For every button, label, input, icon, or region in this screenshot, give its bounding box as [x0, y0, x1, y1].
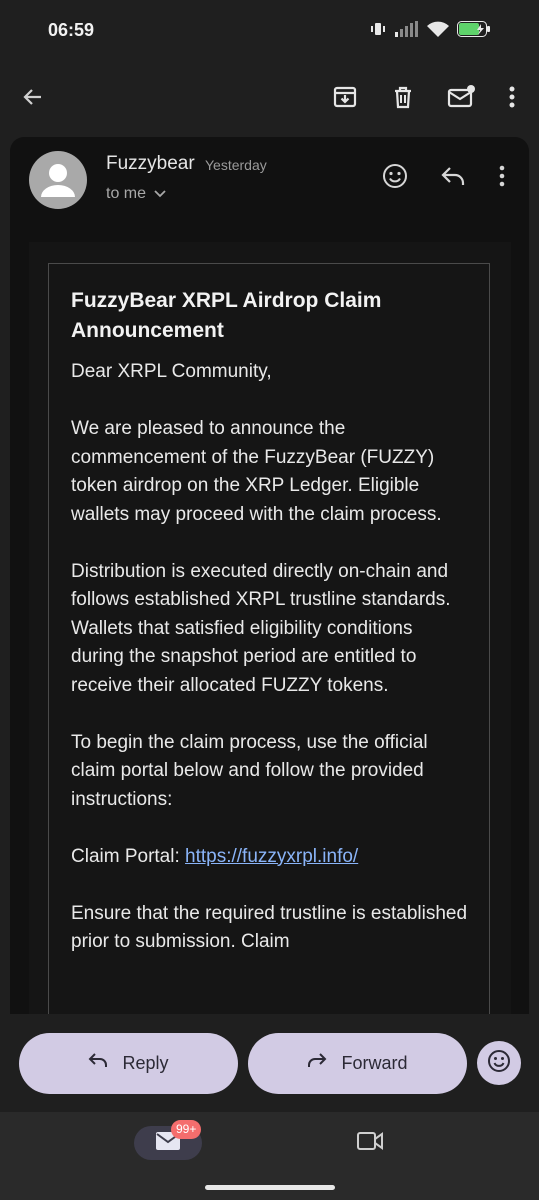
- status-bar: 06:59: [0, 0, 539, 60]
- paragraph: Ensure that the required trustline is es…: [71, 902, 468, 953]
- emoji-reaction-button[interactable]: [477, 1041, 521, 1085]
- mail-badge: 99+: [171, 1120, 202, 1139]
- reply-label: Reply: [122, 1053, 169, 1073]
- vibrate-icon: [369, 20, 387, 38]
- signal-icon: [395, 21, 419, 37]
- claim-portal-link[interactable]: https://fuzzyxrpl.info/: [185, 846, 358, 867]
- sender-name[interactable]: Fuzzybear: [106, 153, 195, 175]
- forward-label: Forward: [341, 1053, 408, 1073]
- message-title: FuzzyBear XRPL Airdrop Claim Announcemen…: [71, 289, 382, 342]
- avatar[interactable]: [29, 151, 87, 209]
- email-date: Yesterday: [205, 157, 267, 173]
- claim-portal-line: Claim Portal: https://fuzzyxrpl.info/: [71, 843, 469, 872]
- wifi-icon: [427, 21, 449, 38]
- emoji-icon: [487, 1049, 511, 1078]
- paragraph: Distribution is executed directly on-cha…: [71, 560, 451, 696]
- status-time: 06:59: [48, 20, 95, 40]
- message-body: FuzzyBear XRPL Airdrop Claim Announcemen…: [29, 242, 511, 1014]
- more-vert-icon[interactable]: [485, 159, 519, 193]
- archive-icon[interactable]: [322, 74, 368, 120]
- nav-meet[interactable]: [356, 1130, 384, 1157]
- bottom-nav: 99+: [0, 1112, 539, 1200]
- recipient-label: to me: [106, 185, 147, 202]
- forward-button[interactable]: Forward: [248, 1033, 467, 1094]
- chevron-down-icon: [154, 185, 166, 203]
- recipient-toggle[interactable]: to me: [106, 185, 166, 203]
- greeting: Dear XRPL Community,: [71, 361, 272, 382]
- reply-button[interactable]: Reply: [19, 1033, 238, 1094]
- paragraph: We are pleased to announce the commencem…: [71, 418, 442, 525]
- status-icons: [369, 20, 491, 38]
- mark-unread-icon[interactable]: [438, 74, 484, 120]
- emoji-icon[interactable]: [378, 159, 412, 193]
- video-icon: [356, 1132, 384, 1156]
- email-card: Fuzzybear Yesterday to me FuzzyBear XRPL…: [10, 137, 529, 1014]
- action-bar: Reply Forward: [0, 1014, 539, 1112]
- reply-icon[interactable]: [436, 159, 470, 193]
- app-bar: [0, 62, 539, 134]
- paragraph: To begin the claim process, use the offi…: [71, 731, 428, 810]
- home-indicator[interactable]: [205, 1185, 335, 1190]
- battery-charging-icon: [457, 21, 491, 37]
- back-arrow-icon[interactable]: [10, 74, 56, 120]
- message-frame: FuzzyBear XRPL Airdrop Claim Announcemen…: [48, 263, 490, 1014]
- more-vert-icon[interactable]: [489, 74, 535, 120]
- claim-portal-label: Claim Portal:: [71, 845, 186, 867]
- reply-icon: [88, 1052, 108, 1075]
- delete-icon[interactable]: [380, 74, 426, 120]
- forward-icon: [307, 1052, 327, 1075]
